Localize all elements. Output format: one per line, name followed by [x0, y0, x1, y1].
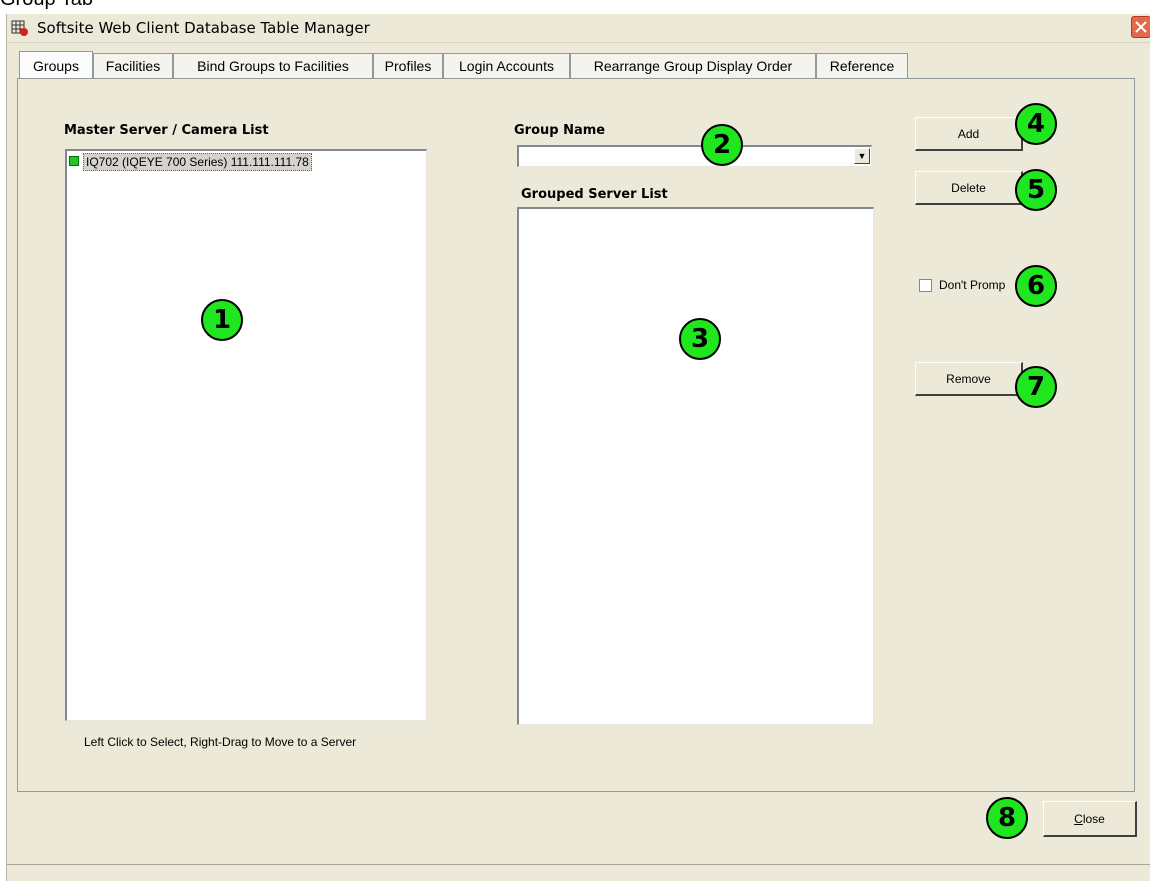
callout-1: 1 [201, 299, 243, 341]
callout-6: 6 [1015, 265, 1057, 307]
callout-3: 3 [679, 318, 721, 360]
add-button[interactable]: Add [915, 117, 1023, 151]
master-list-label: Master Server / Camera List [64, 123, 269, 138]
app-icon [11, 20, 28, 36]
remove-button[interactable]: Remove [915, 362, 1023, 396]
tab-groups[interactable]: Groups [19, 51, 93, 79]
close-button-label: lose [1082, 812, 1105, 826]
group-name-combobox[interactable]: ▼ [517, 145, 872, 167]
callout-8: 8 [986, 797, 1028, 839]
master-list-hint: Left Click to Select, Right-Drag to Move… [84, 735, 357, 749]
app-window: Softsite Web Client Database Table Manag… [6, 14, 1150, 881]
server-status-icon [69, 156, 79, 166]
close-button[interactable]: Close [1043, 801, 1137, 837]
status-divider [7, 864, 1150, 865]
close-button-accel: C [1074, 812, 1083, 826]
callout-4: 4 [1015, 103, 1057, 145]
callout-5: 5 [1015, 169, 1057, 211]
page-caption: Group Tab [0, 0, 93, 11]
callout-2: 2 [701, 124, 743, 166]
groups-tab-panel: Master Server / Camera List IQ702 (IQEYE… [17, 78, 1135, 792]
dont-prompt-label: Don't Promp [939, 278, 1006, 292]
tab-rearrange-group-display-order[interactable]: Rearrange Group Display Order [570, 53, 816, 79]
group-name-label: Group Name [514, 123, 606, 138]
tab-login-accounts[interactable]: Login Accounts [443, 53, 570, 79]
delete-button[interactable]: Delete [915, 171, 1023, 205]
title-bar: Softsite Web Client Database Table Manag… [7, 14, 1150, 43]
window-title: Softsite Web Client Database Table Manag… [37, 19, 370, 37]
grouped-list-label: Grouped Server List [521, 187, 668, 202]
dont-prompt-checkbox[interactable] [919, 279, 932, 292]
tab-bind-groups-to-facilities[interactable]: Bind Groups to Facilities [173, 53, 373, 79]
master-server-list[interactable]: IQ702 (IQEYE 700 Series) 111.111.111.78 [65, 149, 427, 721]
tab-profiles[interactable]: Profiles [373, 53, 443, 79]
tab-reference[interactable]: Reference [816, 53, 908, 79]
grouped-server-list[interactable] [517, 207, 874, 725]
window-close-icon[interactable] [1131, 16, 1150, 38]
list-item-label: IQ702 (IQEYE 700 Series) 111.111.111.78 [83, 153, 312, 171]
callout-7: 7 [1015, 366, 1057, 408]
tab-facilities[interactable]: Facilities [93, 53, 173, 79]
chevron-down-icon[interactable]: ▼ [854, 148, 870, 164]
